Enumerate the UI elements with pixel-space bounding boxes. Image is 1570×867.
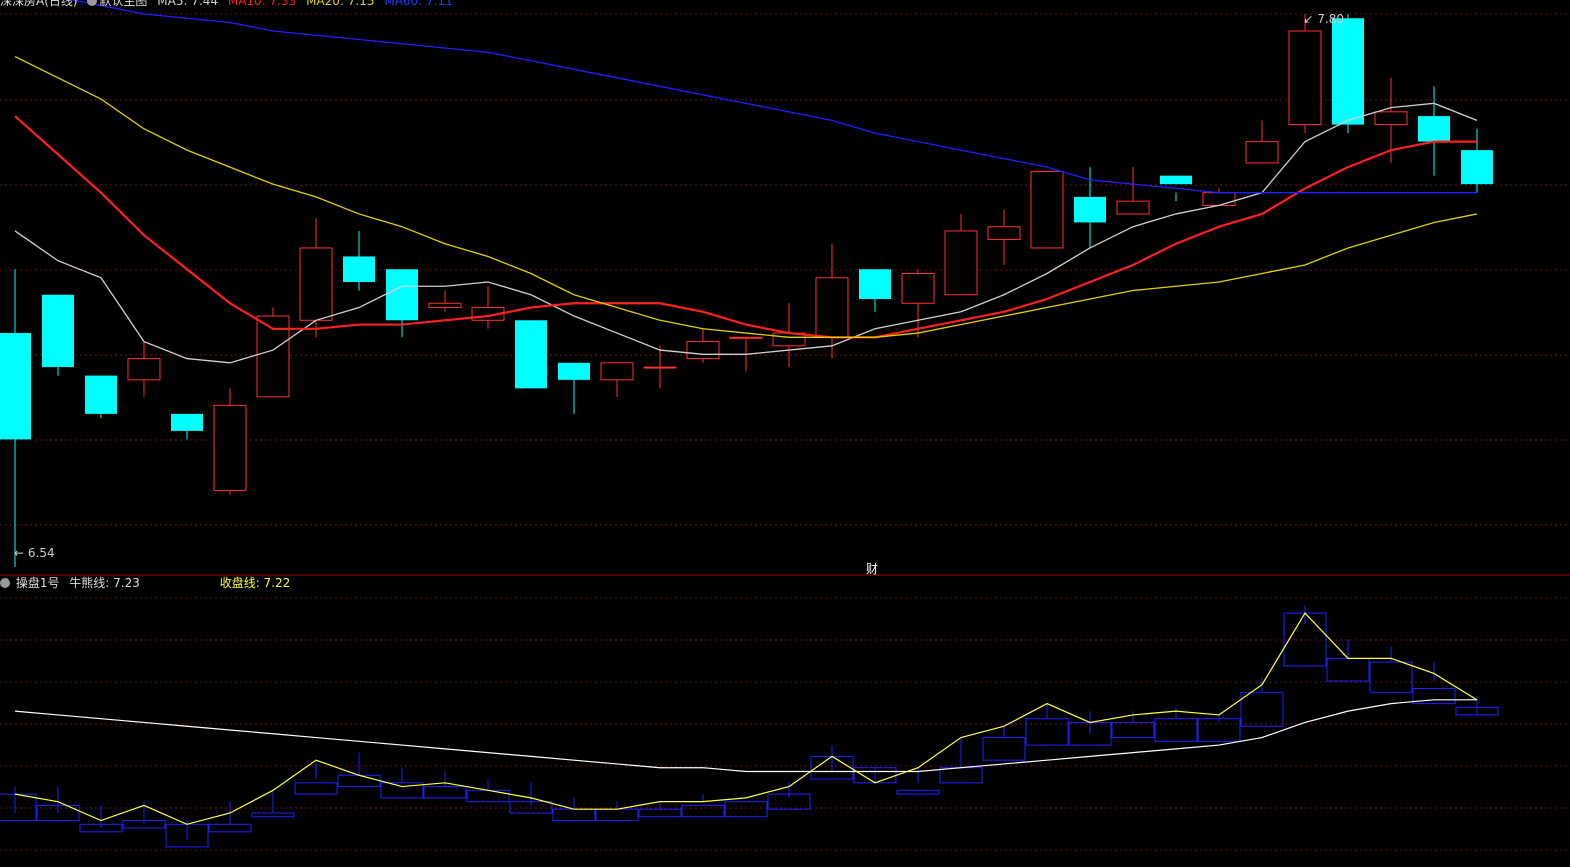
indicator-box-down: [595, 808, 639, 822]
candle-body-down: [0, 333, 31, 440]
bull-bear-line: [14, 699, 1477, 773]
candle-body-up: [643, 366, 677, 369]
candle-body-down: [558, 362, 590, 380]
candle-body-down: [386, 269, 418, 321]
indicator-box-down: [724, 801, 768, 818]
indicator-box-down: [552, 808, 596, 822]
indicator-name[interactable]: 默认主图: [87, 0, 147, 8]
candle-body-up: [901, 272, 935, 304]
candle-body-up: [1030, 170, 1064, 249]
indicator-box-down: [1025, 718, 1069, 746]
candle-body-up: [299, 247, 333, 321]
candle-body-up: [944, 230, 978, 296]
candle-body-up: [686, 341, 720, 360]
indicator-box-down: [939, 767, 983, 784]
ma60-value: MA60: 7.11: [384, 0, 453, 8]
candle-body-down: [1074, 196, 1106, 223]
candle-body-down: [85, 375, 117, 414]
candle-body-down: [343, 256, 375, 282]
ma-line-ma20: [14, 55, 1478, 338]
ma20-value: MA20: 7.15: [306, 0, 375, 8]
candle-body-up: [729, 336, 763, 339]
candle-body-up: [1288, 30, 1322, 126]
settings-circle-icon[interactable]: [87, 0, 98, 6]
finance-marker[interactable]: 财: [866, 562, 878, 576]
ma10-value: MA10: 7.33: [227, 0, 297, 8]
indicator-box-down: [1154, 718, 1198, 742]
indicator-box-down: [1326, 657, 1370, 682]
close-line: [14, 612, 1478, 825]
high-price-label: ↙ 7.80: [1303, 12, 1344, 26]
indicator-box-down: [1369, 661, 1413, 693]
candle-body-up: [600, 362, 634, 381]
indicator-box-down: [208, 823, 252, 833]
indicator-title[interactable]: 操盘1号: [16, 576, 60, 590]
indicator-box-down: [1111, 721, 1155, 739]
indicator-box-down: [294, 782, 338, 795]
candle-body-up: [1245, 141, 1279, 164]
candle-body-up: [1374, 111, 1408, 126]
candle-body-down: [1461, 150, 1493, 185]
candle-body-up: [1202, 192, 1236, 206]
indicator-box-down: [681, 804, 725, 818]
ma-line-ma60: [69, 0, 1477, 194]
indicator-box-down: [1240, 691, 1284, 727]
indicator-box-down: [0, 793, 37, 822]
candle-body-up: [428, 302, 462, 309]
indicator-header: 操盘1号 牛熊线: 7.23 收盘线: 7.22: [0, 576, 296, 590]
candle-body-down: [515, 320, 547, 389]
kline-chart[interactable]: [0, 0, 1570, 867]
candle-body-up: [815, 277, 849, 338]
candle-body-up: [213, 404, 247, 491]
indicator-box-down: [466, 789, 510, 803]
main-header: 深深房A(日线) 默认主图 MA5: 7.44 MA10: 7.33 MA20:…: [0, 0, 459, 8]
indicator-box-down: [251, 812, 295, 818]
indicator-box-down: [638, 808, 682, 818]
stock-title[interactable]: 深深房A(日线): [0, 0, 78, 8]
candle-body-down: [1160, 175, 1192, 185]
candle-body-up: [987, 226, 1021, 240]
bull-line-value: 牛熊线: 7.23: [69, 576, 140, 590]
indicator-box-down: [896, 789, 940, 795]
close-line-value: 收盘线: 7.22: [219, 576, 291, 590]
low-price-label: ← 6.54: [14, 546, 55, 560]
candle-body-down: [859, 269, 891, 300]
indicator-box-down: [337, 774, 381, 788]
candle-body-down: [1332, 18, 1364, 125]
candle-body-up: [1116, 200, 1150, 215]
indicator-box-down: [423, 786, 467, 799]
candle-body-down: [171, 413, 203, 431]
settings-circle-icon[interactable]: [0, 578, 10, 588]
candle-body-down: [42, 294, 74, 368]
candle-body-down: [1418, 116, 1450, 142]
ma5-value: MA5: 7.44: [157, 0, 219, 8]
indicator-box-down: [982, 737, 1026, 761]
candle-body-up: [127, 358, 161, 381]
